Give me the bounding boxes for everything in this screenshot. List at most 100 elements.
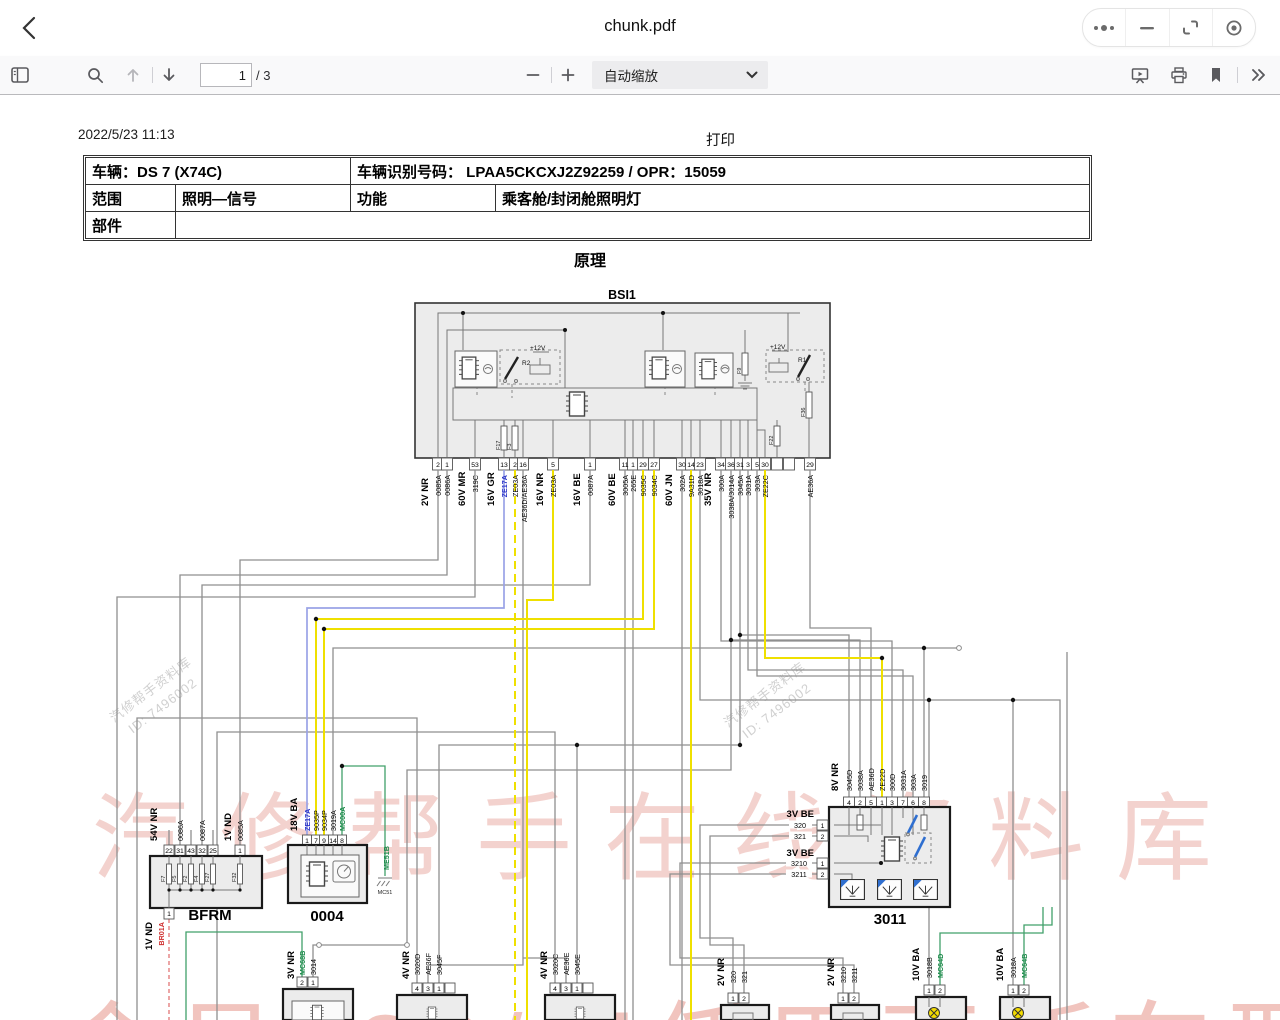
fuse-label: F22 xyxy=(769,436,775,445)
wire-label: 9035C xyxy=(639,475,648,496)
connector-name: 4V NR xyxy=(401,951,412,979)
zoom-out-button[interactable] xyxy=(521,56,545,94)
pdf-viewer-window: { "chrome": {"title": "chunk.pdf"}, "too… xyxy=(0,0,1280,1020)
fuse-label: F27 xyxy=(205,873,211,882)
more-options-button[interactable] xyxy=(1083,9,1125,46)
minus-icon xyxy=(526,68,540,82)
wire-label: 3045D xyxy=(845,770,854,791)
minimize-button[interactable] xyxy=(1126,9,1168,46)
pin-number: 1 xyxy=(311,980,315,987)
wire-label: BR01A xyxy=(157,922,166,946)
wire-label: 3038A xyxy=(856,770,865,791)
pin-number: 2 xyxy=(436,462,440,469)
connector-name: 1V ND xyxy=(144,922,155,950)
wire-label: 3210 xyxy=(839,967,848,983)
wire-label: ZE22D xyxy=(878,769,887,791)
sidebar-toggle-button[interactable] xyxy=(8,56,32,94)
pin-number: 1 xyxy=(575,986,579,993)
wire-label: 319C xyxy=(471,475,480,492)
pin-number: 3 xyxy=(746,462,750,469)
window-chrome: chunk.pdf xyxy=(0,0,1280,56)
maximize-button[interactable] xyxy=(1170,9,1212,46)
pin-number: 14 xyxy=(687,462,695,469)
wire-label: 0087A xyxy=(198,820,207,841)
pin-number: 53 xyxy=(471,462,479,469)
zoom-in-button[interactable] xyxy=(556,56,580,94)
connector-name: 8V NR xyxy=(830,763,841,791)
wire-label: 9034P xyxy=(320,810,329,831)
connector-name: 2V NR xyxy=(716,958,727,986)
wire-label: AE36D/AE36A xyxy=(520,475,529,522)
pin-number: 2 xyxy=(742,996,746,1003)
pin-number: 2 xyxy=(821,872,825,879)
connector-name: 3V BE xyxy=(787,809,814,820)
fuse-label: F32 xyxy=(232,873,238,882)
pin-number: 31 xyxy=(176,848,184,855)
wire-label: 9A31D xyxy=(687,475,696,497)
close-capsule-button[interactable] xyxy=(1213,9,1255,46)
wire-label: AE36E xyxy=(562,952,571,975)
presentation-mode-button[interactable] xyxy=(1128,56,1152,94)
wire-label: MC64B xyxy=(1020,954,1029,978)
pin-number: 30 xyxy=(761,462,769,469)
pin-number: 2 xyxy=(513,462,517,469)
component-label: BFRM xyxy=(188,907,231,924)
wire-label: 3018A xyxy=(696,475,705,496)
fuse-label: F5 xyxy=(172,876,178,882)
wire-label: 3014 xyxy=(309,959,318,975)
pin-number: 5 xyxy=(755,462,759,469)
pin-number: 34 xyxy=(717,462,725,469)
pin-number: 2 xyxy=(938,988,942,995)
wire-label: 302A xyxy=(678,475,687,492)
fuse-label: F4 xyxy=(194,876,200,882)
double-chevron-icon xyxy=(1251,68,1267,82)
pdf-page: 汽修帮手资料库ID: 7496002 汽修帮手资料库ID: 7496002 汽修… xyxy=(0,95,1280,1020)
minimize-icon xyxy=(1139,20,1155,36)
wire-label: 0086A xyxy=(443,475,452,496)
wire-label: 3020C xyxy=(551,954,560,975)
pin-number: 5 xyxy=(551,462,555,469)
next-page-button[interactable] xyxy=(157,56,181,94)
maximize-icon xyxy=(1181,18,1200,37)
connector-name: 60V MR xyxy=(457,472,468,506)
connector-name: 60V BE xyxy=(607,473,618,506)
pin-number: 27 xyxy=(650,462,658,469)
plus12v-label: +12V xyxy=(530,345,546,352)
component-label: 0004 xyxy=(310,908,344,925)
target-circle-icon xyxy=(1225,19,1243,37)
wire-label: ME51B xyxy=(382,846,391,870)
pin-number: 32 xyxy=(198,848,206,855)
wire-label: MC64D xyxy=(936,954,945,978)
connector-name: 16V BE xyxy=(572,473,583,506)
pin-number: 1 xyxy=(167,911,171,918)
pin-number: 1 xyxy=(1011,988,1015,995)
fuse-label: F9 xyxy=(737,368,743,374)
connector-name: 3V BE xyxy=(787,848,814,859)
pin-number: 1 xyxy=(821,823,825,830)
bookmark-button[interactable] xyxy=(1204,56,1228,94)
pin-number: 13 xyxy=(500,462,508,469)
pin-number: 4 xyxy=(553,986,557,993)
wire-label: 9034C xyxy=(650,475,659,496)
more-tools-button[interactable] xyxy=(1245,56,1273,94)
wire-label: 3031A xyxy=(744,475,753,496)
wire-label: 3211 xyxy=(850,968,859,983)
pin-number: 30 xyxy=(678,462,686,469)
pin-number: 3 xyxy=(426,986,430,993)
previous-page-button[interactable] xyxy=(121,56,145,94)
wire-label: 3031A xyxy=(899,770,908,791)
page-number-input[interactable] xyxy=(200,63,252,87)
wire-label: 3019 xyxy=(920,775,929,791)
print-button[interactable] xyxy=(1167,56,1191,94)
pin-number: 29 xyxy=(639,462,647,469)
wire-label: 3045E xyxy=(573,954,582,975)
connector-name: 16V NR xyxy=(535,473,546,506)
search-button[interactable] xyxy=(83,56,107,94)
pin-number: 3 xyxy=(564,986,568,993)
window-controls xyxy=(1082,8,1256,47)
zoom-mode-select[interactable]: 自动缩放 xyxy=(592,61,768,89)
pin-number: 31 xyxy=(736,462,744,469)
relay-label: R2 xyxy=(522,360,531,367)
search-icon xyxy=(87,67,104,84)
fuse-label: F36 xyxy=(801,408,807,417)
